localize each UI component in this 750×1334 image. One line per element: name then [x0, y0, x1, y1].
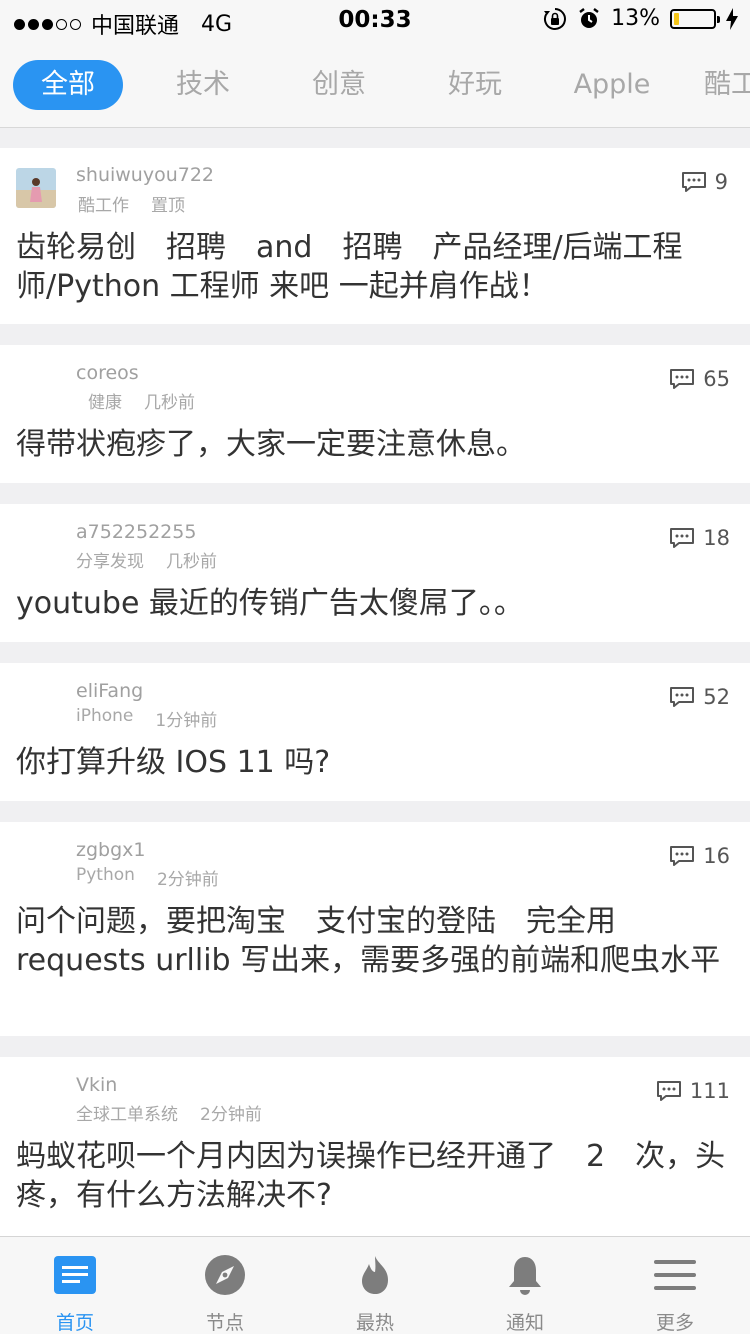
- comment-count: 111: [656, 1079, 730, 1103]
- status-bar: 中国联通 4G 00:33 13%: [0, 0, 750, 40]
- topic-meta: 分享发现 几秒前: [76, 547, 217, 572]
- topic-card[interactable]: shuiwuyou722 酷工作 置顶 9 齿轮易创 招聘 and 招聘 产品经…: [0, 148, 750, 324]
- comment-count-value: 65: [703, 367, 730, 391]
- comment-count-value: 52: [703, 685, 730, 709]
- comment-count: 65: [669, 367, 730, 391]
- node-name[interactable]: 分享发现: [76, 547, 144, 572]
- tab-bar-label: 更多: [655, 1312, 694, 1334]
- tab-bar-label: 首页: [55, 1312, 94, 1334]
- topic-meta: iPhone 1分钟前: [76, 706, 217, 731]
- alarm-icon: [579, 7, 599, 28]
- comment-count: 16: [669, 844, 730, 868]
- username[interactable]: a752252255: [76, 521, 196, 543]
- username[interactable]: zgbgx1: [76, 839, 146, 861]
- username[interactable]: Vkin: [76, 1074, 117, 1096]
- tab-bar-hot[interactable]: 最热: [300, 1237, 450, 1334]
- post-time: 几秒前: [144, 393, 195, 413]
- post-time: 2分钟前: [200, 1105, 262, 1125]
- tab-bar-home[interactable]: 首页: [0, 1237, 150, 1334]
- compass-icon: [205, 1255, 245, 1295]
- topic-card[interactable]: zgbgx1 Python 2分钟前 16 问个问题，要把淘宝 支付宝的登陆 完…: [0, 822, 750, 1036]
- tab-apple[interactable]: Apple: [560, 60, 664, 110]
- username[interactable]: coreos: [76, 362, 139, 384]
- comment-count-value: 111: [689, 1079, 730, 1103]
- comment-bubble-icon: [681, 172, 706, 192]
- topic-title[interactable]: youtube 最近的传销广告太傻屌了。。: [16, 584, 736, 623]
- topic-card[interactable]: coreos 健康 几秒前 65 得带状疱疹了，大家一定要注意休息。: [0, 345, 750, 483]
- comment-bubble-icon: [656, 1081, 681, 1101]
- comment-count: 52: [669, 685, 730, 709]
- topic-meta: 健康 几秒前: [88, 388, 195, 413]
- battery-icon: [670, 8, 720, 29]
- comment-count-value: 9: [714, 170, 728, 194]
- home-icon: [54, 1256, 96, 1294]
- tab-bar-notifications[interactable]: 通知: [450, 1237, 600, 1334]
- node-name[interactable]: 酷工作: [78, 191, 129, 216]
- node-name[interactable]: Python: [76, 865, 135, 890]
- comment-count-value: 18: [703, 526, 730, 550]
- tab-creative[interactable]: 创意: [286, 60, 392, 110]
- topic-title[interactable]: 齿轮易创 招聘 and 招聘 产品经理/后端工程师/Python 工程师 来吧 …: [16, 228, 736, 306]
- node-name[interactable]: 健康: [88, 388, 122, 413]
- comment-bubble-icon: [670, 528, 695, 548]
- post-time: 置顶: [151, 196, 185, 216]
- flame-icon: [362, 1256, 388, 1294]
- tab-bar-label: 通知: [505, 1312, 544, 1334]
- comment-count: 9: [681, 170, 728, 194]
- comment-bubble-icon: [670, 846, 695, 866]
- topic-meta: Python 2分钟前: [76, 865, 219, 890]
- topic-title[interactable]: 问个问题，要把淘宝 支付宝的登陆 完全用 requests urllib 写出来…: [16, 902, 736, 980]
- comment-count: 18: [669, 526, 730, 550]
- tab-bar-more[interactable]: 更多: [600, 1237, 750, 1334]
- tab-bar-label: 最热: [355, 1312, 394, 1334]
- tab-fun[interactable]: 好玩: [422, 60, 528, 110]
- node-name[interactable]: iPhone: [76, 706, 133, 731]
- topic-title[interactable]: 你打算升级 IOS 11 吗?: [16, 743, 736, 782]
- node-name[interactable]: 全球工单系统: [76, 1100, 178, 1125]
- charging-bolt-icon: [726, 7, 738, 30]
- post-time: 1分钟前: [155, 711, 218, 731]
- tab-bar-nodes[interactable]: 节点: [150, 1237, 300, 1334]
- post-time: 2分钟前: [156, 870, 219, 890]
- topic-card[interactable]: eliFang iPhone 1分钟前 52 你打算升级 IOS 11 吗?: [0, 663, 750, 801]
- status-right: 13%: [543, 6, 738, 31]
- comment-bubble-icon: [670, 687, 695, 707]
- topic-meta: 全球工单系统 2分钟前: [76, 1100, 262, 1125]
- topic-meta: 酷工作 置顶: [78, 191, 185, 216]
- category-tab-strip: 全部 技术 创意 好玩 Apple 酷工: [0, 40, 750, 128]
- tab-jobs[interactable]: 酷工: [704, 60, 750, 110]
- tab-all[interactable]: 全部: [13, 60, 123, 110]
- tab-bar-label: 节点: [205, 1312, 244, 1334]
- post-time: 几秒前: [166, 552, 217, 572]
- avatar[interactable]: [16, 168, 56, 208]
- tab-tech[interactable]: 技术: [150, 60, 256, 110]
- comment-bubble-icon: [670, 369, 695, 389]
- topic-title[interactable]: 蚂蚁花呗一个月内因为误操作已经开通了 2 次，头疼，有什么方法解决不?: [16, 1137, 736, 1215]
- topic-card[interactable]: Vkin 全球工单系统 2分钟前 111 蚂蚁花呗一个月内因为误操作已经开通了 …: [0, 1057, 750, 1236]
- username[interactable]: eliFang: [76, 680, 143, 702]
- rotation-lock-icon: [544, 7, 567, 30]
- comment-count-value: 16: [703, 844, 730, 868]
- battery-percent: 13%: [611, 6, 660, 31]
- bottom-tab-bar: 首页 节点 最热 通知 更多: [0, 1236, 750, 1334]
- battery-level: [674, 12, 679, 25]
- username[interactable]: shuiwuyou722: [76, 164, 214, 186]
- bell-icon: [509, 1257, 541, 1295]
- topic-card[interactable]: a752252255 分享发现 几秒前 18 youtube 最近的传销广告太傻…: [0, 504, 750, 642]
- menu-icon: [654, 1260, 696, 1290]
- topic-title[interactable]: 得带状疱疹了，大家一定要注意休息。: [16, 425, 736, 464]
